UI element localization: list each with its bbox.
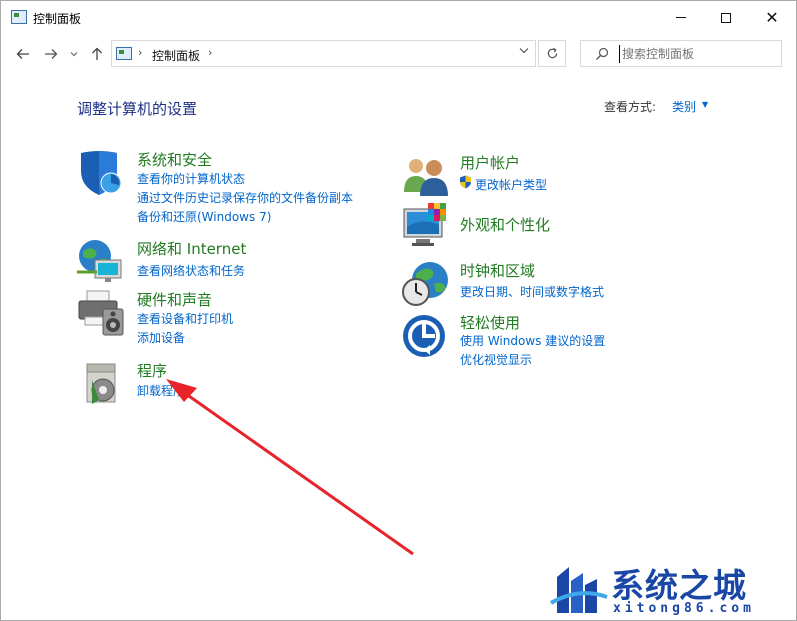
- breadcrumb-separator[interactable]: ›: [208, 46, 212, 59]
- shield-icon[interactable]: [77, 149, 125, 197]
- back-button[interactable]: [13, 44, 33, 64]
- recent-locations-button[interactable]: [67, 44, 81, 64]
- control-panel-icon: [11, 10, 27, 24]
- link-file-history-backup[interactable]: 通过文件历史记录保存你的文件备份副本: [137, 189, 353, 206]
- link-add-device[interactable]: 添加设备: [137, 329, 185, 346]
- refresh-button[interactable]: [538, 40, 566, 67]
- clock-globe-icon[interactable]: [402, 260, 450, 308]
- minimize-button[interactable]: [658, 1, 704, 34]
- ease-of-access-icon[interactable]: [402, 312, 450, 360]
- search-input[interactable]: [619, 45, 774, 63]
- arrow-up-icon: [92, 47, 102, 60]
- link-uninstall-program[interactable]: 卸载程序: [137, 382, 185, 399]
- address-box[interactable]: › 控制面板 ›: [111, 40, 536, 67]
- breadcrumb-control-panel[interactable]: 控制面板: [152, 47, 200, 64]
- close-icon: ✕: [765, 7, 779, 27]
- users-icon[interactable]: [402, 152, 450, 200]
- chevron-down-icon: [519, 48, 529, 54]
- view-by-dropdown[interactable]: 类别: [672, 98, 696, 115]
- link-backup-restore[interactable]: 备份和还原(Windows 7): [137, 208, 271, 225]
- link-network-status[interactable]: 查看网络状态和任务: [137, 262, 245, 279]
- maximize-button[interactable]: [703, 1, 749, 34]
- minimize-icon: [676, 17, 686, 18]
- search-icon: [596, 47, 609, 60]
- link-windows-recommended-settings[interactable]: 使用 Windows 建议的设置: [460, 332, 605, 349]
- breadcrumb-separator[interactable]: ›: [138, 46, 142, 59]
- category-title[interactable]: 硬件和声音: [137, 289, 212, 310]
- window-title: 控制面板: [33, 12, 82, 26]
- category-title[interactable]: 系统和安全: [137, 149, 212, 170]
- programs-disc-icon[interactable]: [77, 360, 125, 408]
- view-by-label: 查看方式:: [604, 100, 657, 114]
- watermark: 系统之城 xitong86.com: [549, 553, 796, 620]
- link-optimize-visual-display[interactable]: 优化视觉显示: [460, 351, 532, 368]
- title-bar: 控制面板 ✕: [1, 1, 796, 34]
- category-title[interactable]: 时钟和区域: [460, 260, 535, 281]
- printer-speaker-icon[interactable]: [77, 289, 125, 337]
- forward-button[interactable]: [41, 44, 61, 64]
- chevron-down-icon: [70, 52, 78, 57]
- network-globe-icon[interactable]: [77, 238, 125, 286]
- address-row: › 控制面板 ›: [1, 34, 796, 74]
- watermark-url: xitong86.com: [613, 601, 755, 616]
- link-view-computer-status[interactable]: 查看你的计算机状态: [137, 170, 245, 187]
- category-title[interactable]: 轻松使用: [460, 312, 520, 333]
- link-devices-printers[interactable]: 查看设备和打印机: [137, 310, 233, 327]
- monitor-palette-icon[interactable]: [402, 203, 450, 251]
- maximize-icon: [721, 12, 731, 23]
- category-title[interactable]: 外观和个性化: [460, 214, 550, 235]
- uac-shield-icon: [460, 175, 471, 189]
- link-change-account-type[interactable]: 更改帐户类型: [475, 176, 547, 193]
- search-box[interactable]: [580, 40, 782, 67]
- category-title[interactable]: 网络和 Internet: [137, 238, 246, 259]
- watermark-logo-icon: [550, 567, 608, 613]
- control-panel-window: 控制面板 ✕ › 控制面板 › 搜索控制面板 调整计算机的设置 查看方式: 类别…: [0, 0, 797, 621]
- control-panel-icon: [116, 47, 132, 60]
- caret-down-icon[interactable]: ▼: [702, 100, 708, 109]
- arrow-right-icon: [45, 49, 58, 59]
- link-change-date-time-format[interactable]: 更改日期、时间或数字格式: [460, 283, 604, 300]
- address-dropdown-button[interactable]: [519, 46, 529, 57]
- close-button[interactable]: ✕: [749, 1, 795, 34]
- watermark-title: 系统之城: [611, 566, 747, 605]
- page-title: 调整计算机的设置: [77, 100, 198, 118]
- up-button[interactable]: [87, 44, 107, 64]
- refresh-icon: [547, 47, 557, 59]
- category-title[interactable]: 用户帐户: [460, 152, 520, 173]
- arrow-left-icon: [16, 49, 29, 59]
- category-title[interactable]: 程序: [137, 360, 167, 381]
